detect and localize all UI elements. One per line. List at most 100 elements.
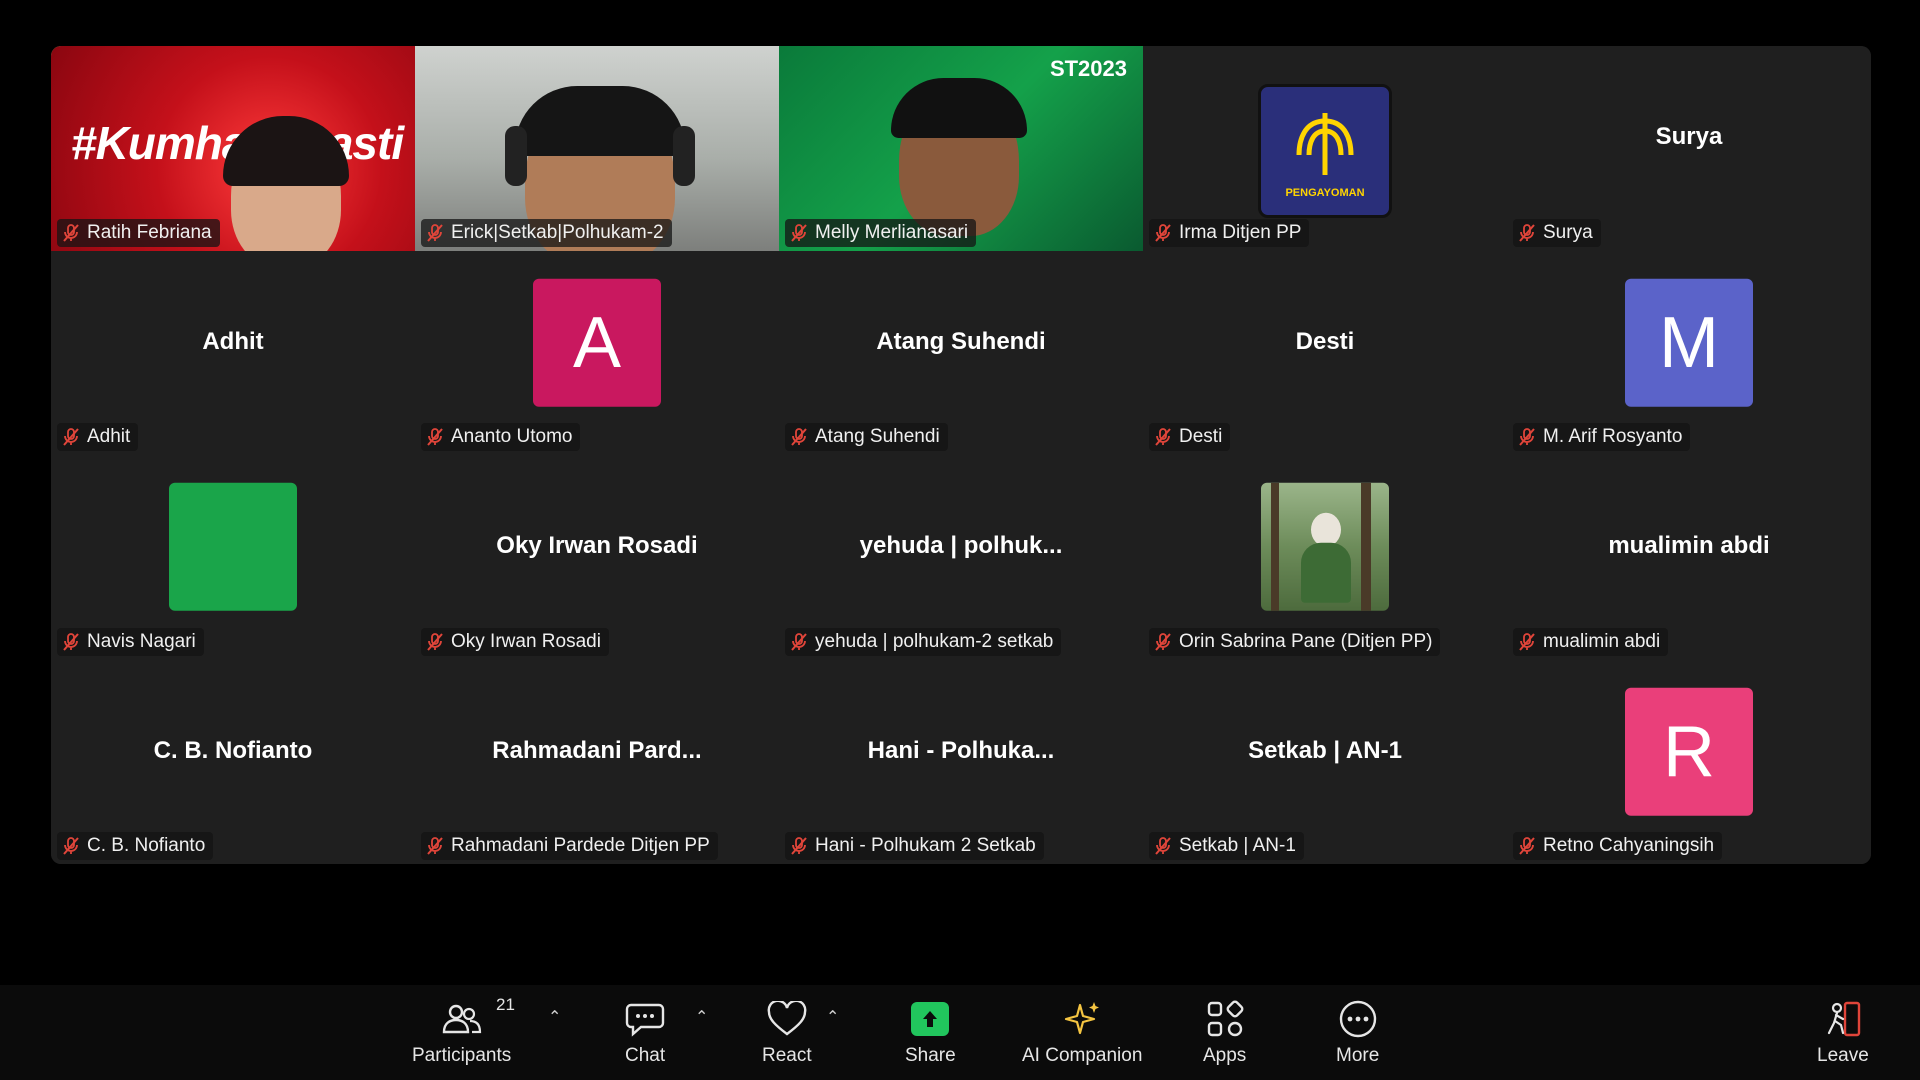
avatar-letter: M [1659, 302, 1719, 383]
participant-nametag: Orin Sabrina Pane (Ditjen PP) [1149, 627, 1441, 656]
muted-mic-icon [63, 428, 79, 446]
muted-mic-icon [1519, 837, 1535, 855]
participant-tile[interactable]: Atang Suhendi Atang Suhendi [779, 250, 1143, 455]
participant-name: Rahmadani Pardede Ditjen PP [451, 835, 710, 856]
avatar: R [1625, 687, 1753, 816]
muted-mic-icon [63, 632, 79, 651]
muted-mic-icon [63, 837, 79, 855]
participant-tile[interactable]: Rahmadani Pard... Rahmadani Pardede Ditje… [415, 659, 779, 864]
participant-tile[interactable]: Erick|Setkab|Polhukam-2 [415, 46, 779, 251]
muted-mic-icon [1519, 428, 1535, 446]
participant-name: M. Arif Rosyanto [1543, 426, 1683, 447]
more-label: More [1336, 1045, 1380, 1066]
meeting-stage: #Kumham Pasti Ratih Febriana Erick|Setkab|… [0, 0, 1920, 985]
muted-mic-icon [1155, 632, 1171, 651]
chat-button[interactable]: Chat [625, 997, 665, 1067]
participant-tile[interactable]: Surya Surya [1507, 46, 1871, 251]
participants-count: 21 [496, 995, 515, 1014]
participant-nametag: Setkab | AN-1 [1149, 832, 1304, 860]
participant-nametag: mualimin abdi [1513, 627, 1669, 656]
participant-name: C. B. Nofianto [87, 835, 206, 856]
participant-display-name: Desti [1295, 327, 1355, 355]
share-button[interactable]: Share [905, 997, 956, 1067]
chat-caret-icon[interactable]: ⌃ [695, 1007, 708, 1027]
participant-display-name: Surya [1655, 123, 1723, 151]
participant-nametag: Ratih Febriana [57, 218, 220, 247]
participant-display-name: Atang Suhendi [876, 327, 1046, 355]
headphone-icon [673, 126, 695, 186]
participant-tile[interactable]: Setkab | AN-1 Setkab | AN-1 [1143, 659, 1507, 864]
participant-display-name: Oky Irwan Rosadi [496, 532, 698, 560]
muted-mic-icon [427, 428, 443, 446]
participant-nametag: Retno Cahyaningsih [1513, 832, 1723, 860]
participants-caret-icon[interactable]: ⌃ [548, 1007, 561, 1027]
avatar: A [533, 278, 661, 407]
participant-nametag: Surya [1513, 218, 1601, 247]
avatar [1261, 483, 1389, 612]
participant-tile[interactable]: Desti Desti [1143, 250, 1507, 455]
participant-tile[interactable]: ST2023 Melly Merlianasari [779, 46, 1143, 251]
avatar [169, 483, 297, 612]
participant-nametag: Hani - Polhukam 2 Setkab [785, 832, 1044, 860]
participant-tile[interactable]: C. B. Nofianto C. B. Nofianto [51, 659, 415, 864]
participant-name: Irma Ditjen PP [1179, 221, 1302, 243]
react-label: React [762, 1045, 812, 1066]
react-caret-icon[interactable]: ⌃ [826, 1007, 839, 1027]
participant-name: mualimin abdi [1543, 630, 1661, 652]
participant-name: Navis Nagari [87, 630, 196, 652]
participant-tile[interactable]: Oky Irwan Rosadi Oky Irwan Rosadi [415, 455, 779, 660]
avatar-letter: R [1663, 711, 1715, 792]
participant-display-name: Setkab | AN-1 [1248, 736, 1402, 764]
participant-tile[interactable]: Adhit Adhit [51, 250, 415, 455]
participant-name: Melly Merlianasari [815, 221, 969, 243]
pengayoman-logo: PENGAYOMAN [1258, 84, 1392, 218]
muted-mic-icon [791, 428, 807, 446]
react-button[interactable]: React [762, 997, 812, 1067]
participant-nametag: yehuda | polhukam-2 setkab [785, 627, 1062, 656]
participant-name: Erick|Setkab|Polhukam-2 [451, 221, 664, 243]
participant-nametag: C. B. Nofianto [57, 832, 214, 860]
participant-tile[interactable]: Hani - Polhuka... Hani - Polhukam 2 Setka… [779, 659, 1143, 864]
participant-tile[interactable]: PENGAYOMAN Irma Ditjen PP [1143, 46, 1507, 251]
muted-mic-icon [1155, 428, 1171, 446]
participant-name: Ananto Utomo [451, 426, 573, 447]
participant-nametag: M. Arif Rosyanto [1513, 423, 1691, 451]
participant-display-name: yehuda | polhuk... [859, 532, 1063, 560]
participant-name: Desti [1179, 426, 1223, 447]
participant-tile[interactable]: yehuda | polhuk... yehuda | polhukam-2 se… [779, 455, 1143, 660]
ai-companion-label: AI Companion [1022, 1045, 1143, 1066]
gallery-grid: #Kumham Pasti Ratih Febriana Erick|Setkab|… [51, 46, 1871, 864]
participant-tile[interactable]: R Retno Cahyaningsih [1507, 659, 1871, 864]
leave-button[interactable]: Leave [1817, 997, 1869, 1067]
apps-button[interactable]: Apps [1203, 997, 1246, 1067]
apps-label: Apps [1203, 1045, 1247, 1066]
muted-mic-icon [1519, 632, 1535, 651]
participant-name: Oky Irwan Rosadi [451, 630, 601, 652]
participant-nametag: Erick|Setkab|Polhukam-2 [421, 218, 672, 247]
more-button[interactable]: More [1336, 997, 1379, 1067]
leave-door-icon [1823, 997, 1863, 1041]
participant-tile[interactable]: A Ananto Utomo [415, 250, 779, 455]
participant-tile[interactable]: M M. Arif Rosyanto [1507, 250, 1871, 455]
participant-name: Orin Sabrina Pane (Ditjen PP) [1179, 630, 1433, 652]
participant-tile[interactable]: #Kumham Pasti Ratih Febriana [51, 46, 415, 251]
muted-mic-icon [1155, 837, 1171, 855]
apps-icon [1205, 997, 1245, 1041]
ai-companion-button[interactable]: AI Companion [1022, 997, 1142, 1067]
participant-name: Atang Suhendi [815, 426, 940, 447]
muted-mic-icon [63, 223, 79, 242]
meeting-toolbar: Participants 21 ⌃ Chat ⌃ React ⌃ Share A… [0, 985, 1920, 1080]
participant-tile[interactable]: Orin Sabrina Pane (Ditjen PP) [1143, 455, 1507, 660]
participant-nametag: Irma Ditjen PP [1149, 218, 1310, 247]
share-screen-icon [911, 997, 950, 1041]
participant-tile[interactable]: mualimin abdi mualimin abdi [1507, 455, 1871, 660]
muted-mic-icon [791, 632, 807, 651]
logo-text: PENGAYOMAN [1285, 187, 1365, 199]
muted-mic-icon [427, 632, 443, 651]
participant-tile[interactable]: Navis Nagari [51, 455, 415, 660]
participant-display-name: Adhit [202, 327, 264, 355]
leave-label: Leave [1817, 1045, 1869, 1066]
headphone-icon [505, 126, 527, 186]
participant-display-name: mualimin abdi [1608, 532, 1770, 560]
share-label: Share [905, 1045, 956, 1066]
